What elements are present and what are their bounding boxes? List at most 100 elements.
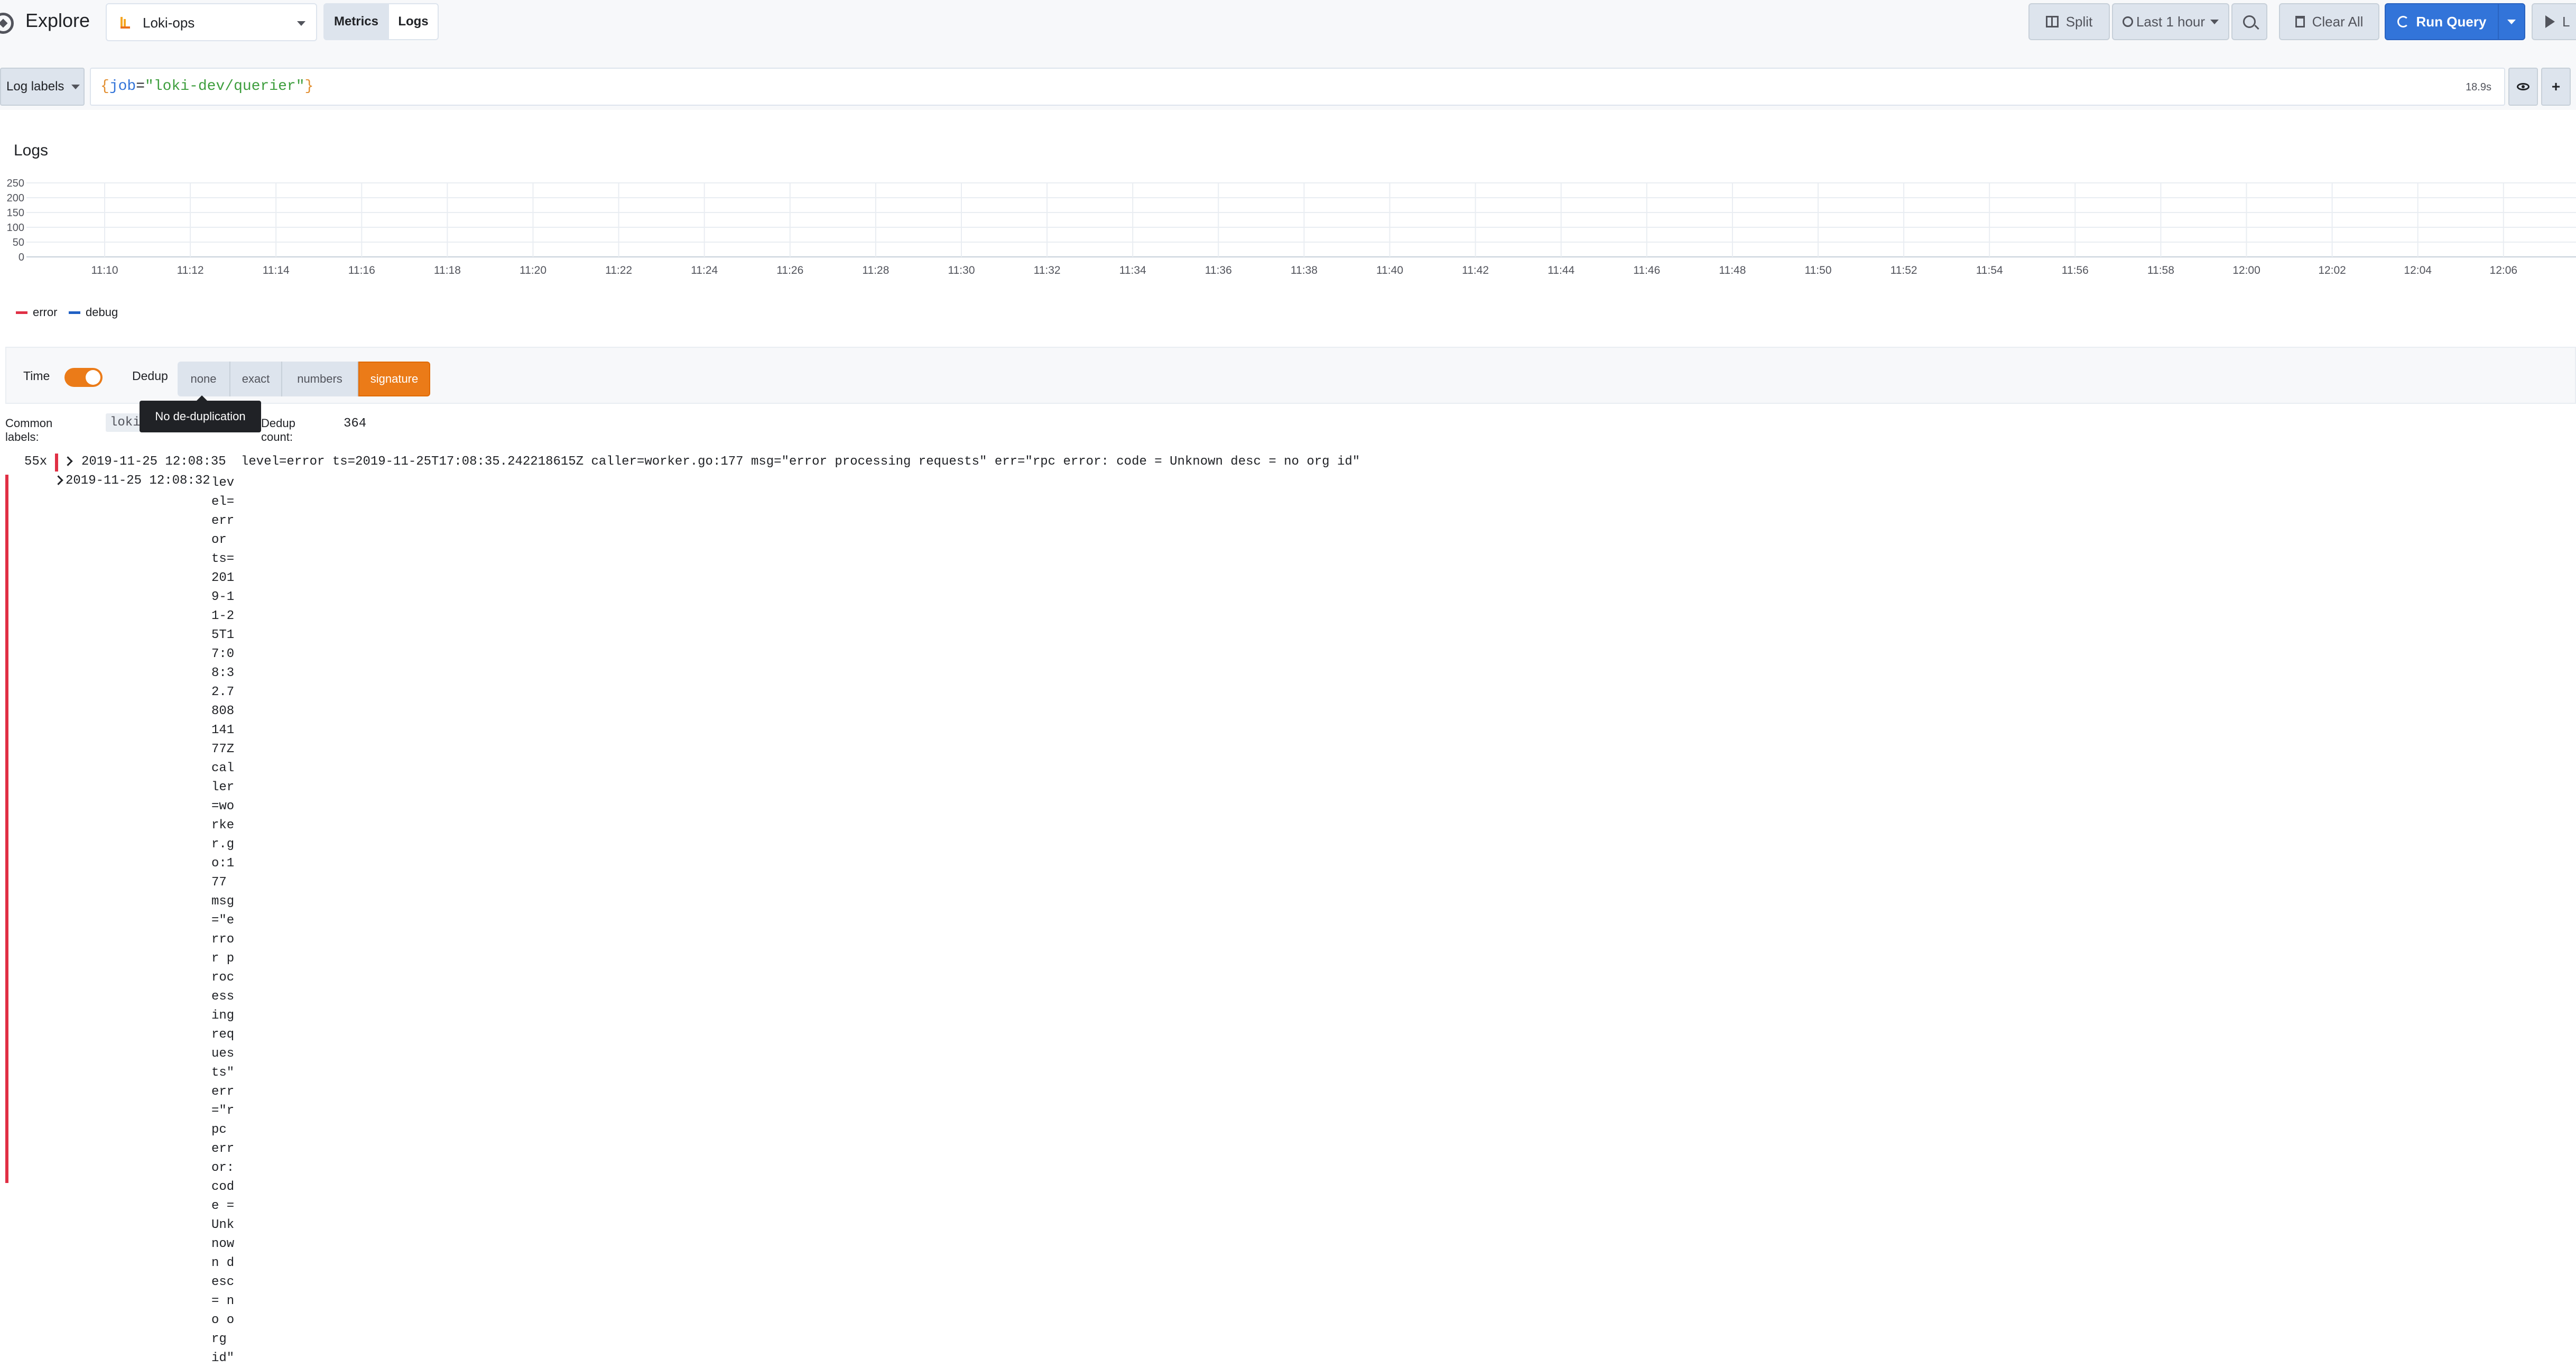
x-tick-label: 11:38 xyxy=(1291,264,1318,276)
chevron-down-icon xyxy=(2210,19,2219,24)
time-range-picker[interactable]: Last 1 hour xyxy=(2112,3,2229,40)
datasource-name: Loki-ops xyxy=(143,15,195,31)
log-labels-button[interactable]: Log labels xyxy=(0,68,85,106)
toggle-query-button[interactable] xyxy=(2508,68,2538,106)
run-query-label: Run Query xyxy=(2416,13,2487,30)
panel-title: Logs xyxy=(14,142,49,159)
log-timestamp: 2019-11-25 12:08:35 xyxy=(81,455,226,469)
log-timestamp: 2019-11-25 12:08:32 xyxy=(66,474,210,488)
live-label: L xyxy=(2562,13,2570,30)
x-tick-label: 12:00 xyxy=(2232,264,2260,276)
zoom-out-button[interactable] xyxy=(2231,3,2267,40)
x-tick-label: 11:26 xyxy=(776,264,803,276)
compass-icon xyxy=(0,13,14,34)
x-tick-label: 11:12 xyxy=(177,264,204,276)
chevron-down-icon xyxy=(2507,19,2516,24)
query-elapsed-time: 18.9s xyxy=(2466,81,2491,93)
x-tick-label: 11:40 xyxy=(1376,264,1403,276)
x-tick-label: 11:28 xyxy=(862,264,889,276)
x-tick-label: 11:56 xyxy=(2062,264,2089,276)
log-options-bar: Time Dedup none exact numbers signature xyxy=(5,347,2576,404)
x-tick-label: 12:06 xyxy=(2490,264,2518,276)
split-label: Split xyxy=(2065,13,2093,30)
legend-swatch xyxy=(69,311,80,314)
x-tick-label: 11:58 xyxy=(2147,264,2174,276)
chevron-right-icon[interactable] xyxy=(53,475,63,485)
chevron-right-icon[interactable] xyxy=(63,456,73,466)
x-tick-label: 11:52 xyxy=(1891,264,1917,276)
clear-all-button[interactable]: Clear All xyxy=(2279,3,2379,40)
page-title: Explore xyxy=(25,10,90,31)
live-button[interactable]: L xyxy=(2532,3,2576,40)
x-tick-label: 11:14 xyxy=(263,264,290,276)
loki-logo-icon xyxy=(121,17,130,29)
log-labels-label: Log labels xyxy=(6,79,64,94)
split-button[interactable]: Split xyxy=(2028,3,2110,40)
time-toggle-label: Time xyxy=(23,369,50,383)
dedup-numbers-button[interactable]: numbers xyxy=(282,362,358,396)
clear-all-label: Clear All xyxy=(2312,13,2364,30)
y-tick-label: 200 xyxy=(7,192,24,204)
x-tick-label: 11:16 xyxy=(348,264,375,276)
tooltip-arrow xyxy=(197,395,207,401)
datasource-picker[interactable]: Loki-ops xyxy=(106,3,317,41)
time-toggle[interactable] xyxy=(64,368,103,387)
time-range-label: Last 1 hour xyxy=(2136,13,2206,30)
log-level-indicator xyxy=(55,454,58,472)
legend-label: error xyxy=(33,306,58,319)
log-message[interactable]: level=error ts=2019-11-25T17:08:32.78081… xyxy=(211,474,237,1368)
add-query-button[interactable]: + xyxy=(2541,68,2571,106)
x-tick-label: 11:32 xyxy=(1034,264,1061,276)
x-tick-label: 11:36 xyxy=(1205,264,1232,276)
x-tick-label: 12:04 xyxy=(2404,264,2432,276)
explore-toolbar: Explore Loki-ops Metrics Logs Split Last… xyxy=(0,0,2576,68)
x-tick-label: 11:42 xyxy=(1462,264,1489,276)
y-tick-label: 0 xyxy=(18,252,24,263)
dedup-exact-button[interactable]: exact xyxy=(230,362,282,396)
x-tick-label: 11:54 xyxy=(1976,264,2003,276)
query-input[interactable]: {job="loki-dev/querier"} 18.9s xyxy=(90,68,2505,106)
logs-volume-chart: 0 50 100 150 200 250 11:10 11:12 11:14 11:16 11:18… xyxy=(7,178,2576,276)
dedup-none-button[interactable]: none xyxy=(178,362,230,396)
logs-graph-panel: Logs 0 50 100 150 200 250 11:10 11:12 11:14 11:16… xyxy=(0,131,2576,337)
legend-swatch xyxy=(16,311,27,314)
x-tick-label: 11:10 xyxy=(91,264,118,276)
dedup-count-value: 364 xyxy=(344,417,367,431)
zoom-out-icon xyxy=(2243,15,2256,28)
run-query-button[interactable]: Run Query xyxy=(2385,3,2499,40)
metrics-mode-button[interactable]: Metrics xyxy=(323,3,389,40)
refresh-icon xyxy=(2397,16,2409,27)
duplicate-count: 55x xyxy=(24,455,48,469)
split-icon xyxy=(2045,16,2059,27)
dedup-label: Dedup xyxy=(132,369,168,383)
x-tick-label: 11:48 xyxy=(1719,264,1746,276)
logs-mode-button[interactable]: Logs xyxy=(388,3,439,40)
common-label-value: loki xyxy=(106,413,141,432)
log-message[interactable]: level=error ts=2019-11-25T17:08:35.24221… xyxy=(241,455,1360,469)
x-tick-label: 11:18 xyxy=(434,264,461,276)
legend-item-error[interactable]: error xyxy=(16,306,57,319)
dedup-tooltip: No de-duplication xyxy=(140,401,261,432)
x-tick-label: 11:34 xyxy=(1119,264,1146,276)
x-tick-label: 11:44 xyxy=(1548,264,1574,276)
toggle-knob xyxy=(86,370,100,385)
x-tick-label: 11:50 xyxy=(1805,264,1832,276)
clock-icon xyxy=(2122,16,2133,27)
play-icon xyxy=(2545,15,2555,28)
plus-icon: + xyxy=(2551,78,2561,95)
legend-item-debug[interactable]: debug xyxy=(69,306,118,319)
log-level-indicator xyxy=(5,475,8,1183)
eye-icon xyxy=(2517,83,2529,90)
query-text: {job="loki-dev/querier"} xyxy=(100,78,314,95)
chevron-down-icon xyxy=(297,21,305,26)
x-tick-label: 12:02 xyxy=(2318,264,2346,276)
x-tick-label: 11:20 xyxy=(520,264,546,276)
dedup-signature-button[interactable]: signature xyxy=(358,362,430,396)
y-tick-label: 150 xyxy=(7,207,24,219)
x-tick-label: 11:22 xyxy=(605,264,632,276)
run-query-options-button[interactable] xyxy=(2498,3,2525,40)
y-tick-label: 250 xyxy=(7,178,24,189)
x-tick-label: 11:24 xyxy=(691,264,718,276)
common-labels-label: Common labels: xyxy=(5,417,53,443)
dedup-count-label: Dedup count: xyxy=(261,417,295,443)
